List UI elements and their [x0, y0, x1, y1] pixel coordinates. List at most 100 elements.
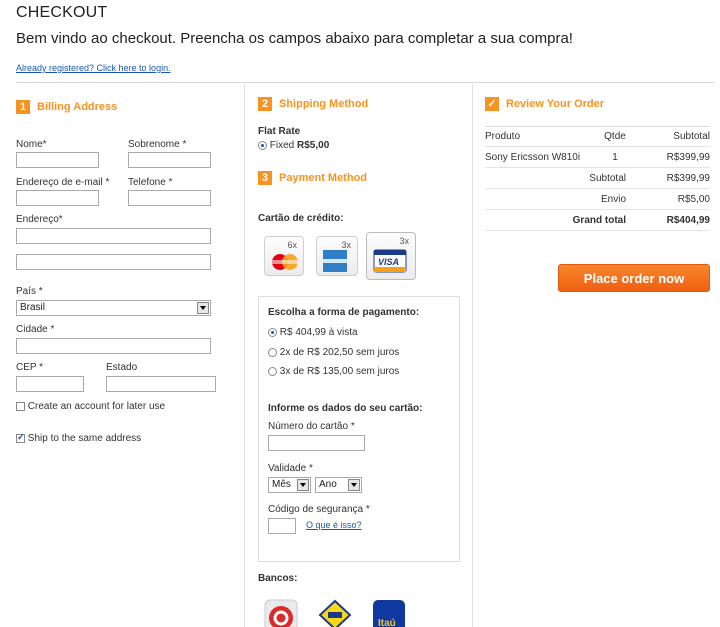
sobrenome-input[interactable]: [128, 152, 211, 168]
create-account-label: Create an account for later use: [27, 401, 166, 412]
payment-option-radio[interactable]: [268, 327, 277, 337]
estado-label: Estado: [106, 362, 138, 373]
year-select[interactable]: Ano: [315, 477, 362, 493]
bank-option-itau[interactable]: Itaú: [372, 599, 406, 627]
endereco-input-1[interactable]: [16, 228, 211, 244]
nome-label: Nome*: [16, 139, 47, 150]
payment-option-row[interactable]: 2x de R$ 202,50 sem juros: [268, 347, 399, 358]
pais-label: País *: [16, 286, 43, 297]
ship-same-checkbox[interactable]: [16, 432, 25, 443]
month-select[interactable]: Mês: [268, 477, 311, 493]
shipping-row: Envio R$5,00: [485, 188, 710, 210]
ship-same-row[interactable]: Ship to the same address: [16, 432, 142, 444]
email-label: Endereço de e-mail *: [16, 177, 110, 188]
email-input[interactable]: [16, 190, 99, 206]
whats-this-link[interactable]: O que é isso?: [306, 520, 362, 530]
create-account-checkbox[interactable]: [16, 401, 25, 411]
amex-icon: [323, 250, 347, 272]
credit-card-label: Cartão de crédito:: [258, 213, 344, 224]
estado-input[interactable]: [106, 376, 216, 392]
month-value: Mês: [272, 479, 291, 490]
endereco-input-2[interactable]: [16, 254, 211, 270]
visa-installments: 3x: [399, 236, 409, 246]
column-divider-1: [244, 84, 245, 627]
step-number: 2: [258, 97, 272, 111]
chevron-down-icon[interactable]: [297, 479, 309, 491]
step-number: 3: [258, 171, 272, 185]
table-row: Sony Ericsson W810i 1 R$399,99: [485, 146, 710, 168]
cidade-label: Cidade *: [16, 324, 55, 335]
payment-option-radio[interactable]: [268, 366, 277, 376]
grand-total-value: R$404,99: [640, 209, 710, 231]
fixed-rate-price: R$5,00: [297, 140, 330, 151]
item-subtotal: R$399,99: [640, 146, 710, 168]
card-number-label: Número do cartão *: [268, 421, 355, 432]
subtotal-row: Subtotal R$399,99: [485, 167, 710, 189]
grand-total-row: Grand total R$404,99: [485, 209, 710, 231]
visa-option[interactable]: 3x VISA: [366, 232, 416, 280]
itau-text: Itaú: [378, 618, 396, 627]
payment-option-row[interactable]: R$ 404,99 à vista: [268, 327, 358, 338]
column-header-product: Produto: [485, 126, 590, 147]
review-title: Review Your Order: [506, 98, 605, 110]
item-qty: 1: [590, 146, 640, 168]
flat-rate-title: Flat Rate: [258, 126, 301, 137]
shipping-label: Envio: [485, 188, 640, 210]
chevron-down-icon[interactable]: [197, 302, 209, 314]
order-table: Produto Qtde Subtotal Sony Ericsson W810…: [485, 126, 710, 231]
page-title: CHECKOUT: [16, 4, 108, 21]
create-account-row[interactable]: Create an account for later use: [16, 401, 165, 412]
header-divider: [16, 82, 714, 83]
bank-option-banco-do-brasil[interactable]: [318, 599, 352, 627]
payment-option-row[interactable]: 3x de R$ 135,00 sem juros: [268, 366, 399, 377]
year-value: Ano: [319, 479, 337, 490]
payment-option-label: 3x de R$ 135,00 sem juros: [279, 366, 400, 377]
security-code-input[interactable]: [268, 518, 296, 534]
sobrenome-label: Sobrenome *: [128, 139, 187, 150]
subtotal-label: Subtotal: [485, 167, 640, 189]
shipping-title: Shipping Method: [279, 98, 369, 110]
mastercard-option[interactable]: 6x: [264, 236, 304, 276]
payment-title: Payment Method: [279, 172, 368, 184]
cep-input[interactable]: [16, 376, 84, 392]
column-header-qty: Qtde: [590, 126, 640, 147]
nome-input[interactable]: [16, 152, 99, 168]
fixed-rate-prefix: Fixed: [269, 140, 298, 151]
payment-heading: 3 Payment Method: [258, 171, 367, 185]
column-header-subtotal: Subtotal: [640, 126, 710, 147]
validity-label: Validade *: [268, 463, 313, 474]
bradesco-icon: [264, 599, 298, 627]
visa-icon: VISA: [373, 249, 407, 273]
billing-heading: 1 Billing Address: [16, 100, 117, 114]
cidade-input[interactable]: [16, 338, 211, 354]
login-link[interactable]: Already registered? Click here to login.: [16, 63, 171, 73]
fixed-rate-row[interactable]: Fixed R$5,00: [258, 140, 329, 151]
itau-icon: Itaú: [373, 600, 405, 627]
mastercard-installments: 6x: [287, 240, 297, 250]
table-header-row: Produto Qtde Subtotal: [485, 126, 710, 147]
shipping-heading: 2 Shipping Method: [258, 97, 368, 111]
security-code-label: Código de segurança *: [268, 504, 370, 515]
banks-label: Bancos:: [258, 573, 298, 584]
banco-do-brasil-icon: [318, 599, 352, 627]
payment-option-radio[interactable]: [268, 347, 277, 357]
fixed-rate-radio[interactable]: [258, 140, 267, 150]
place-order-button[interactable]: Place order now: [558, 264, 710, 292]
card-data-label: Informe os dados do seu cartão:: [268, 403, 423, 414]
pais-select[interactable]: Brasil: [16, 300, 211, 316]
review-heading: ✓ Review Your Order: [485, 97, 604, 111]
billing-title: Billing Address: [37, 101, 118, 113]
payment-option-label: 2x de R$ 202,50 sem juros: [279, 347, 400, 358]
amex-option[interactable]: 3x: [316, 236, 358, 276]
pais-value: Brasil: [20, 302, 46, 313]
payment-option-label: R$ 404,99 à vista: [279, 327, 358, 338]
item-product: Sony Ericsson W810i: [485, 146, 590, 168]
welcome-message: Bem vindo ao checkout. Preencha os campo…: [16, 30, 573, 47]
telefone-input[interactable]: [128, 190, 211, 206]
chevron-down-icon[interactable]: [348, 479, 360, 491]
ship-same-label: Ship to the same address: [27, 433, 142, 444]
step-number: 1: [16, 100, 30, 114]
bank-option-bradesco[interactable]: [264, 599, 298, 627]
checkmark-icon: ✓: [485, 97, 499, 111]
card-number-input[interactable]: [268, 435, 365, 451]
